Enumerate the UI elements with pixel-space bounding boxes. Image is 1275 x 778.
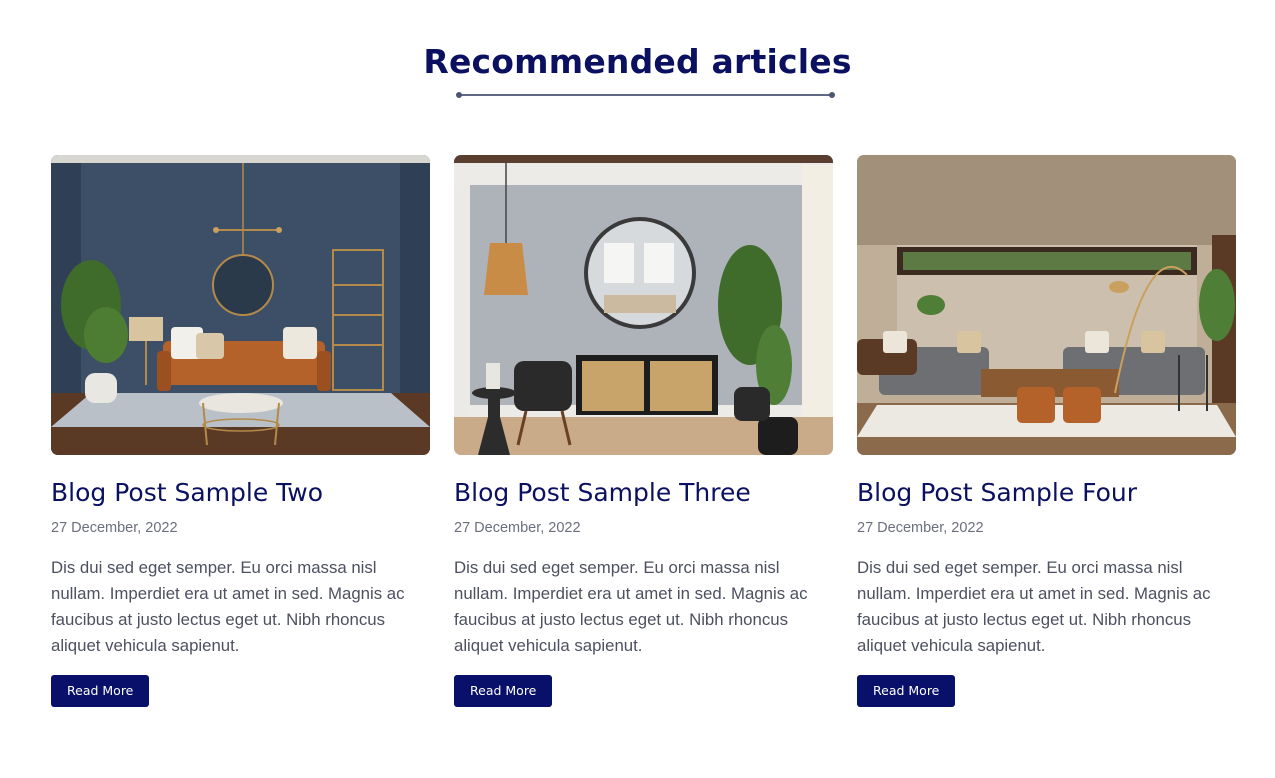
article-excerpt: Dis dui sed eget semper. Eu orci massa n… [454,558,808,655]
read-more-button[interactable]: Read More [857,675,956,707]
article-thumbnail[interactable] [51,155,430,455]
article-title[interactable]: Blog Post Sample Four [857,479,1236,507]
divider-dot-right [829,92,835,98]
divider-dot-left [456,92,462,98]
recommended-articles-section: Recommended articles Blog Post Sample Tw… [0,0,1275,778]
article-card: Blog Post Sample Four 27 December, 2022 … [857,155,1236,707]
article-title[interactable]: Blog Post Sample Three [454,479,833,507]
read-more-button[interactable]: Read More [454,675,553,707]
article-title[interactable]: Blog Post Sample Two [51,479,430,507]
article-excerpt: Dis dui sed eget semper. Eu orci massa n… [51,558,405,655]
article-card: Blog Post Sample Three 27 December, 2022… [454,155,833,707]
article-date: 27 December, 2022 [857,520,984,536]
article-card: Blog Post Sample Two 27 December, 2022 D… [51,155,430,707]
article-date: 27 December, 2022 [51,520,178,536]
living-room-grey-image [454,155,833,455]
read-more-button[interactable]: Read More [51,675,150,707]
living-room-beige-image [857,155,1236,455]
article-excerpt: Dis dui sed eget semper. Eu orci massa n… [857,558,1211,655]
section-title: Recommended articles [423,42,852,81]
living-room-blue-image [51,155,430,455]
divider-line [458,94,833,96]
title-divider [456,91,835,99]
article-thumbnail[interactable] [454,155,833,455]
article-thumbnail[interactable] [857,155,1236,455]
article-date: 27 December, 2022 [454,520,581,536]
